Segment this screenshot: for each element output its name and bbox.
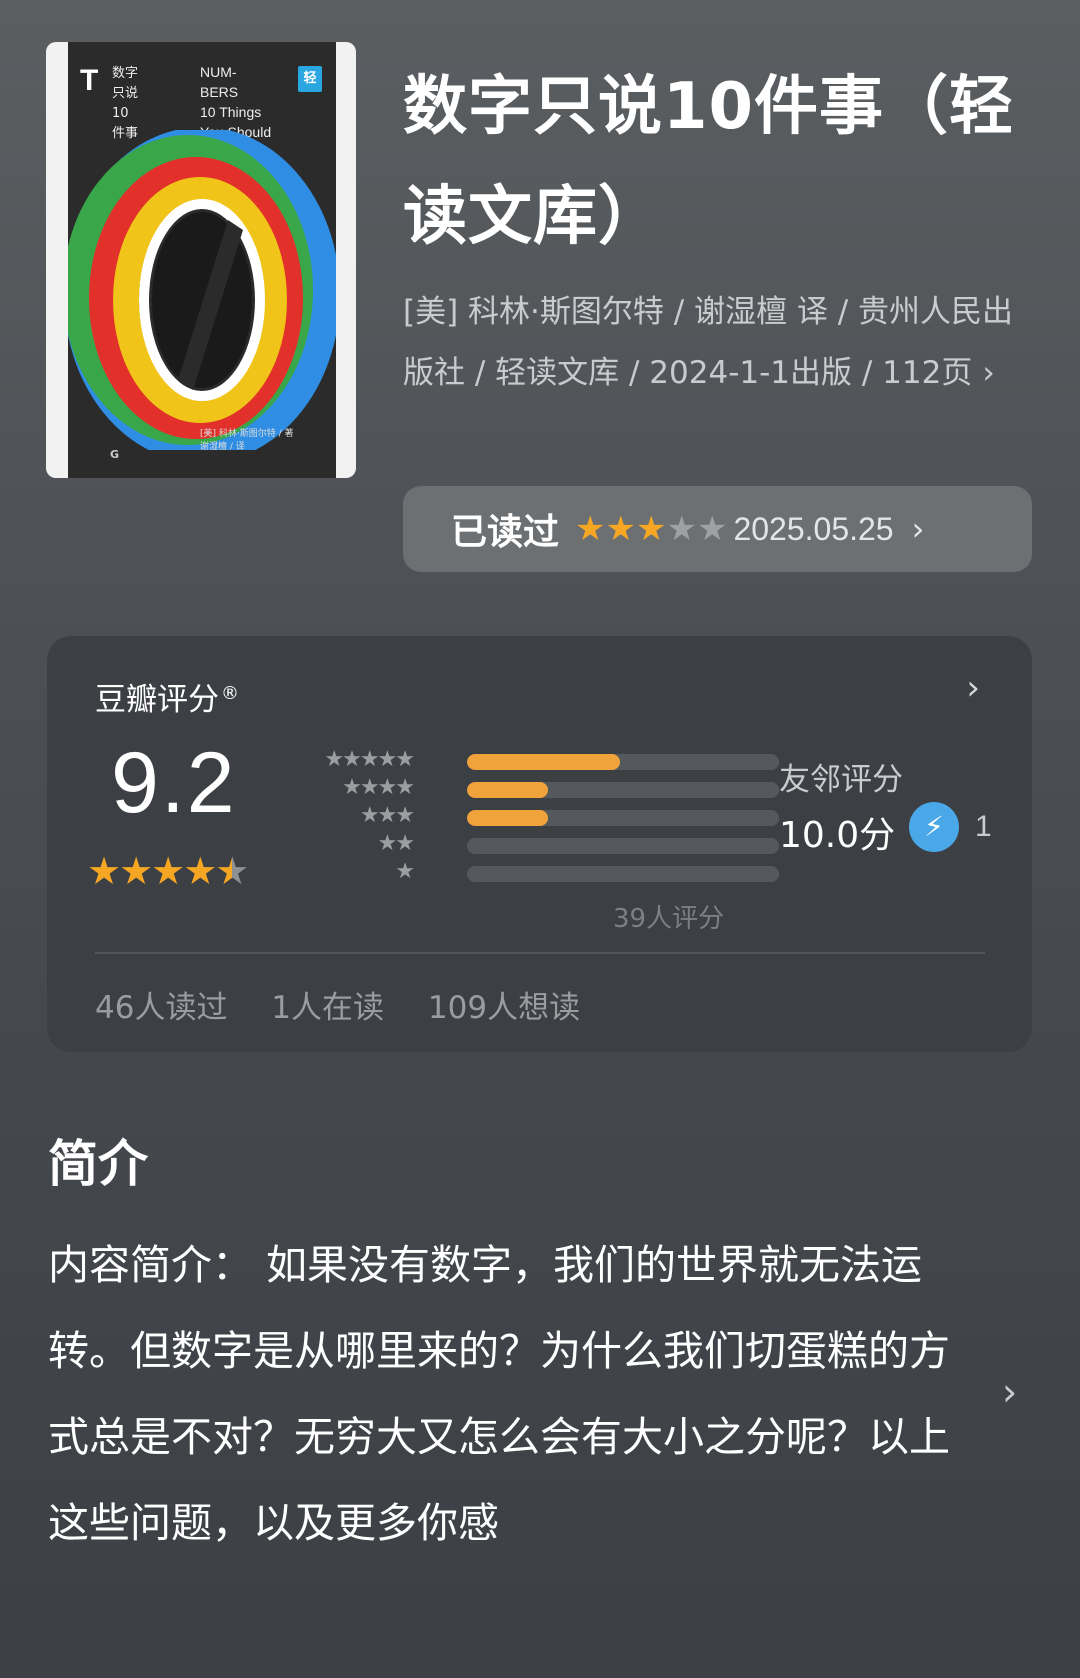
distribution-row-2: ★★ <box>283 830 779 858</box>
my-rating-stars: ★ ★ ★ ★ ★ <box>575 512 727 546</box>
distribution-track <box>467 838 779 854</box>
distribution-track <box>467 810 779 826</box>
rating-count: 39人评分 <box>613 904 725 934</box>
book-meta[interactable]: [美] 科林·斯图尔特 / 谢湿檀 译 / 贵州人民出版社 / 轻读文库 / 2… <box>403 282 1043 404</box>
cover-series-badge: 轻 <box>298 66 322 92</box>
star-filled-icon: ★ <box>183 849 218 893</box>
distribution-stars-icon: ★★★ <box>359 803 415 828</box>
star-filled-icon: ★ <box>575 509 606 549</box>
cover-publisher-logo: G <box>110 448 120 461</box>
distribution-row-5: ★★★★★ <box>283 746 779 774</box>
cover-number-graphic <box>68 130 336 450</box>
friend-avatar-icon[interactable]: ⚡ <box>909 802 959 852</box>
rating-card[interactable]: 豆瓣评分 ® › 9.2 ★ ★ ★ ★ ★ ★★★★★ ★★★★ ★★★ ★★ ★ 39人评分 … <box>47 636 1032 1052</box>
chevron-right-icon: › <box>982 355 995 391</box>
friends-rating-label: 友邻评分 <box>779 762 903 798</box>
intro-text[interactable]: 内容简介： 如果没有数字，我们的世界就无法运转。但数字是从哪里来的？为什么我们切… <box>48 1222 978 1566</box>
distribution-fill <box>467 754 620 770</box>
friends-rating-score: 10.0分 <box>779 815 896 856</box>
chevron-right-icon: › <box>911 510 925 548</box>
rating-score: 9.2 <box>111 735 237 831</box>
cover-logo-mark: T <box>80 64 99 97</box>
intro-heading: 简介 <box>48 1135 148 1193</box>
rating-distribution: ★★★★★ ★★★★ ★★★ ★★ ★ <box>283 746 779 886</box>
friends-rating-count: 1 <box>975 810 992 843</box>
distribution-fill <box>467 810 549 826</box>
star-filled-icon: ★ <box>605 509 636 549</box>
book-title: 数字只说10件事（轻读文库） <box>403 70 1015 254</box>
distribution-fill <box>467 782 549 798</box>
star-filled-icon: ★ <box>151 849 186 893</box>
distribution-track <box>467 782 779 798</box>
registered-mark: ® <box>221 682 239 704</box>
stat-want[interactable]: 109人想读 <box>428 990 580 1026</box>
star-filled-icon: ★ <box>119 849 154 893</box>
star-empty-icon: ★ <box>666 509 697 549</box>
read-date: 2025.05.25 <box>733 510 894 547</box>
distribution-stars-icon: ★★★★★ <box>324 747 415 772</box>
read-status-label: 已读过 <box>451 512 560 553</box>
distribution-row-3: ★★★ <box>283 802 779 830</box>
reading-stats: 46人读过 1人在读 109人想读 <box>95 982 614 1027</box>
stat-read[interactable]: 46人读过 <box>95 990 227 1026</box>
book-meta-text: [美] 科林·斯图尔特 / 谢湿檀 译 / 贵州人民出版社 / 轻读文库 / 2… <box>403 294 1014 391</box>
distribution-stars-icon: ★★★★ <box>342 775 415 800</box>
rating-stars: ★ ★ ★ ★ ★ <box>87 849 250 893</box>
star-filled-icon: ★ <box>635 509 667 549</box>
divider <box>95 952 985 954</box>
distribution-row-1: ★ <box>283 858 779 886</box>
stat-reading[interactable]: 1人在读 <box>271 990 384 1026</box>
distribution-row-4: ★★★★ <box>283 774 779 802</box>
rating-title: 豆瓣评分 ® <box>95 682 239 718</box>
cover-author-text: [美] 科林·斯图尔特 / 著 谢湿檀 / 译 <box>200 429 294 452</box>
star-filled-icon: ★ <box>87 849 122 893</box>
star-half-icon: ★ <box>215 849 250 893</box>
distribution-track <box>467 754 779 770</box>
star-empty-icon: ★ <box>696 509 728 549</box>
chevron-right-icon[interactable]: › <box>1002 1370 1017 1414</box>
read-status-button[interactable]: 已读过 ★ ★ ★ ★ ★ 2025.05.25 › <box>403 486 1032 572</box>
distribution-stars-icon: ★★ <box>377 831 415 856</box>
book-cover[interactable]: T 数字 只说 10 件事 NUM- BERS 10 Things You Sh… <box>46 42 356 478</box>
distribution-track <box>467 866 779 882</box>
distribution-stars-icon: ★ <box>395 859 415 884</box>
cover-artwork: T 数字 只说 10 件事 NUM- BERS 10 Things You Sh… <box>68 42 336 478</box>
chevron-right-icon[interactable]: › <box>966 668 980 708</box>
